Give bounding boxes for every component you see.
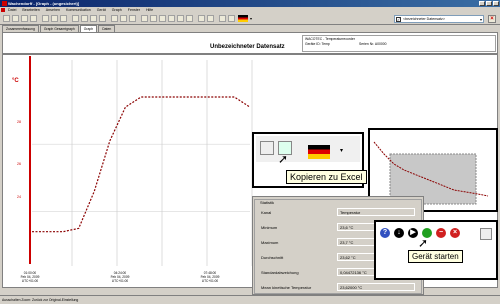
help-icon[interactable]: ? bbox=[380, 228, 390, 238]
stat-label: Mean kinetische Temperatur bbox=[261, 285, 312, 290]
german-flag-icon[interactable] bbox=[308, 145, 330, 159]
table-icon[interactable] bbox=[480, 228, 492, 240]
stat-label: Durchschnitt bbox=[261, 255, 284, 260]
download-icon[interactable]: ↓ bbox=[394, 228, 404, 238]
stat-label: Kanal bbox=[261, 210, 272, 215]
stat-row: Kanal Temperatur bbox=[261, 208, 415, 216]
stat-value: Temperatur bbox=[337, 208, 415, 216]
stop-icon[interactable]: − bbox=[436, 228, 446, 238]
play-icon[interactable]: ▶ bbox=[408, 228, 418, 238]
cancel-icon[interactable]: × bbox=[450, 228, 460, 238]
notes-icon[interactable] bbox=[260, 141, 274, 155]
stat-label: Maximum bbox=[261, 240, 279, 245]
mouse-pointer-icon: ➚ bbox=[418, 236, 429, 250]
statistics-title: Statistik bbox=[260, 200, 275, 205]
status-bar: Ausschalten Zoom: Zurück zur Original-Ei… bbox=[0, 295, 500, 303]
stat-label: Standardabweichung bbox=[261, 270, 299, 275]
start-device-tooltip: Gerät starten bbox=[408, 250, 463, 263]
stat-label: Minimum bbox=[261, 225, 278, 230]
callout-toolbar: ▾ bbox=[256, 136, 360, 162]
stat-value: 23,62000 °C bbox=[337, 283, 415, 291]
excel-callout: ▾ ➚ Kopieren zu Excel bbox=[252, 132, 367, 188]
mouse-pointer-icon: ➚ bbox=[278, 152, 289, 166]
start-callout: ? ↓ ▶ − × ➚ Gerät starten bbox=[374, 220, 498, 280]
chevron-down-icon[interactable]: ▾ bbox=[340, 147, 343, 154]
excel-tooltip: Kopieren zu Excel bbox=[286, 170, 367, 184]
stat-row: Mean kinetische Temperatur 23,62000 °C bbox=[261, 283, 415, 291]
